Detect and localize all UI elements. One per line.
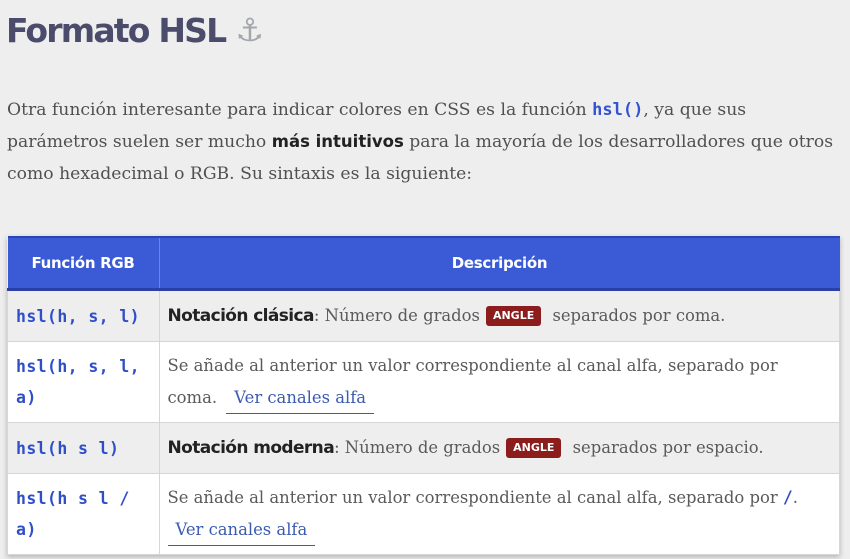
- angle-badge[interactable]: ANGLE: [485, 306, 542, 326]
- table-row: hsl(h s l) Notación moderna: Número de g…: [7, 422, 840, 474]
- description-text: Se añade al anterior un valor correspond…: [167, 488, 783, 507]
- description-text-2: separados por coma.: [547, 306, 726, 325]
- description-text-2: separados por espacio.: [567, 438, 764, 457]
- anchor-icon[interactable]: ⚓: [235, 11, 264, 49]
- description-text-2: .: [792, 488, 798, 507]
- description-cell: Notación clásica: Número de grados ANGLE …: [158, 289, 840, 342]
- intro-paragraph: Otra función interesante para indicar co…: [7, 94, 843, 190]
- description-cell: Se añade al anterior un valor correspond…: [158, 473, 840, 555]
- description-cell: Se añade al anterior un valor correspond…: [158, 341, 840, 423]
- angle-badge[interactable]: ANGLE: [506, 438, 562, 458]
- page-title-text: Formato HSL: [6, 10, 227, 50]
- page-title: Formato HSL ⚓: [6, 6, 264, 54]
- alpha-channels-link[interactable]: Ver canales alfa: [167, 515, 316, 546]
- header-funcion: Función RGB: [7, 236, 160, 291]
- function-cell: hsl(h s l): [7, 422, 160, 474]
- intro-text-1: Otra función interesante para indicar co…: [7, 100, 593, 120]
- table-row: hsl(h, s, l) Notación clásica: Número de…: [7, 289, 840, 342]
- description-bold: Notación clásica: [167, 306, 315, 326]
- table-row: hsl(h, s, l, a) Se añade al anterior un …: [7, 341, 840, 423]
- table-header-row: Función RGB Descripción: [7, 236, 840, 291]
- function-cell: hsl(h, s, l, a): [7, 341, 160, 423]
- function-cell: hsl(h, s, l): [7, 289, 160, 342]
- description-cell: Notación moderna: Número de grados ANGLE …: [158, 422, 840, 474]
- header-descripcion: Descripción: [159, 236, 840, 291]
- description-bold: Notación moderna: [167, 438, 335, 458]
- function-cell: hsl(h s l / a): [7, 473, 160, 555]
- table-row: hsl(h s l / a) Se añade al anterior un v…: [7, 473, 840, 555]
- alpha-channels-link[interactable]: Ver canales alfa: [226, 383, 375, 414]
- slash-code: /: [782, 488, 793, 507]
- intro-bold: más intuitivos: [271, 132, 404, 151]
- hsl-syntax-table: Función RGB Descripción hsl(h, s, l) Not…: [7, 236, 840, 555]
- intro-code-hsl: hsl(): [592, 100, 644, 120]
- description-text: : Número de grados: [313, 306, 480, 325]
- description-text: : Número de grados: [334, 438, 501, 457]
